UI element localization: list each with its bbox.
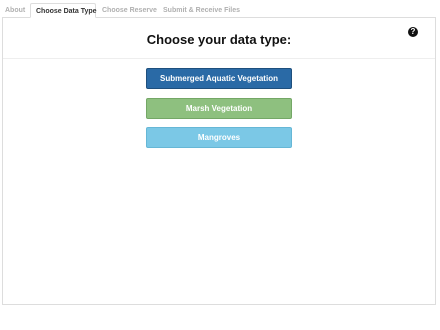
help-icon[interactable]: ? xyxy=(408,27,418,37)
tab-submit-receive-files[interactable]: Submit & Receive Files xyxy=(158,3,240,18)
divider xyxy=(3,58,435,59)
marsh-vegetation-button[interactable]: Marsh Vegetation xyxy=(146,98,292,119)
page-title: Choose your data type: xyxy=(146,32,292,47)
data-type-panel: Choose your data type: ? Submerged Aquat… xyxy=(2,17,436,305)
mangroves-button[interactable]: Mangroves xyxy=(146,127,292,148)
tab-bar: About Choose Data Type Choose Reserve Su… xyxy=(0,0,440,18)
tab-choose-data-type[interactable]: Choose Data Type xyxy=(30,3,97,18)
tab-about[interactable]: About xyxy=(0,3,30,18)
submerged-aquatic-vegetation-button[interactable]: Submerged Aquatic Vegetation xyxy=(146,68,292,89)
tab-choose-reserve[interactable]: Choose Reserve xyxy=(97,3,157,18)
